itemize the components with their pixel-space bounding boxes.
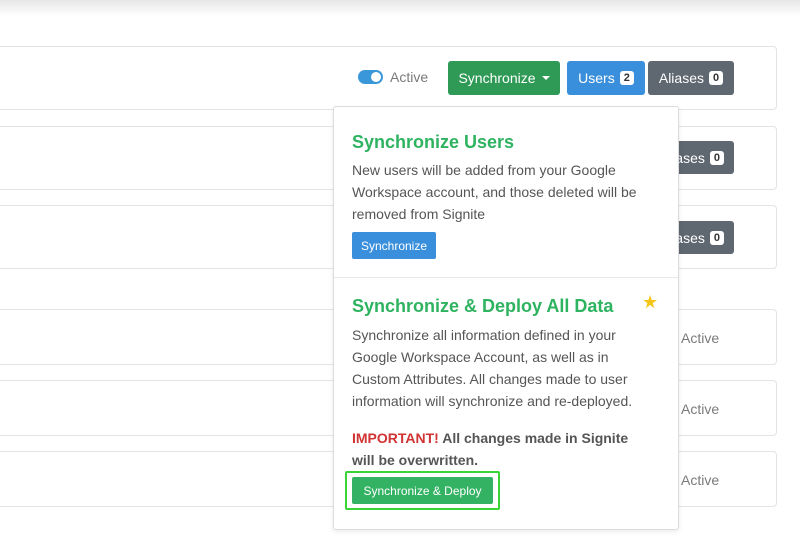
synchronize-dropdown-menu: Synchronize Users New users will be adde… bbox=[333, 106, 679, 530]
dropdown-divider bbox=[334, 277, 678, 278]
star-icon: ★ bbox=[642, 292, 659, 312]
aliases-button-label: Aliases bbox=[658, 70, 704, 86]
aliases-count-badge: 0 bbox=[709, 71, 724, 85]
synchronize-dropdown-button[interactable]: Synchronize bbox=[448, 61, 560, 95]
sync-deploy-highlight: Synchronize & Deploy bbox=[345, 471, 500, 510]
sync-users-button[interactable]: Synchronize bbox=[352, 232, 436, 259]
aliases-button[interactable]: Aliases 0 bbox=[648, 61, 734, 95]
users-button-label: Users bbox=[578, 70, 615, 86]
users-count-badge: 2 bbox=[619, 71, 634, 85]
important-notice: IMPORTANT! All changes made in Signite w… bbox=[352, 427, 652, 471]
active-toggle[interactable] bbox=[358, 70, 383, 84]
sync-deploy-title: Synchronize & Deploy All Data bbox=[352, 296, 614, 316]
toggle-knob bbox=[371, 72, 381, 82]
important-label: IMPORTANT! bbox=[352, 430, 439, 446]
sync-users-title: Synchronize Users bbox=[352, 132, 515, 152]
status-text: Active bbox=[681, 472, 720, 488]
aliases-count-badge: 0 bbox=[709, 230, 724, 245]
top-shadow bbox=[0, 0, 800, 16]
aliases-button-label: ases bbox=[675, 229, 705, 246]
aliases-button-label: ases bbox=[675, 149, 705, 166]
active-toggle-label: Active bbox=[390, 69, 429, 85]
aliases-count-badge: 0 bbox=[709, 150, 724, 165]
status-text: Active bbox=[681, 330, 720, 346]
sync-users-description: New users will be added from your Google… bbox=[352, 162, 637, 222]
status-text: Active bbox=[681, 401, 720, 417]
sync-deploy-button[interactable]: Synchronize & Deploy bbox=[352, 477, 493, 504]
users-button[interactable]: Users 2 bbox=[567, 61, 645, 95]
sync-deploy-description: Synchronize all information defined in y… bbox=[352, 327, 633, 409]
caret-down-icon bbox=[541, 76, 550, 80]
synchronize-button-label: Synchronize bbox=[458, 70, 536, 86]
